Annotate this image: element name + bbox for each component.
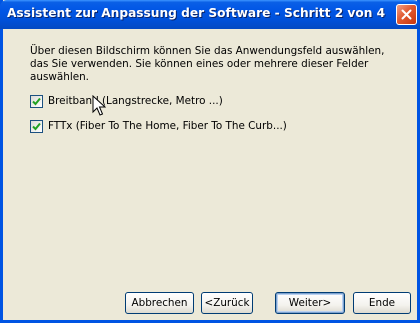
- close-icon: [401, 9, 412, 20]
- title-bar[interactable]: Assistent zur Anpassung der Software - S…: [0, 0, 420, 29]
- mouse-cursor-icon: [92, 95, 106, 116]
- fttx-checkbox[interactable]: [30, 119, 43, 133]
- instruction-text: Über diesen Bildschirm können Sie das An…: [30, 45, 385, 83]
- close-button[interactable]: [396, 4, 417, 25]
- broadband-label[interactable]: Breitband (Langstrecke, Metro ...): [48, 95, 223, 107]
- checkmark-icon: [32, 122, 41, 130]
- option-fttx[interactable]: FTTx (Fiber To The Home, Fiber To The Cu…: [30, 119, 287, 133]
- checkmark-icon: [32, 97, 41, 105]
- window-title: Assistent zur Anpassung der Software - S…: [7, 6, 386, 20]
- wizard-dialog: Assistent zur Anpassung der Software - S…: [0, 0, 420, 323]
- next-button[interactable]: Weiter>: [275, 292, 345, 314]
- fttx-label[interactable]: FTTx (Fiber To The Home, Fiber To The Cu…: [48, 120, 287, 132]
- finish-button[interactable]: Ende: [353, 292, 411, 314]
- broadband-checkbox[interactable]: [30, 94, 43, 108]
- cancel-button[interactable]: Abbrechen: [125, 292, 194, 314]
- back-button[interactable]: <Zurück: [201, 292, 253, 314]
- option-broadband[interactable]: Breitband (Langstrecke, Metro ...): [30, 94, 223, 108]
